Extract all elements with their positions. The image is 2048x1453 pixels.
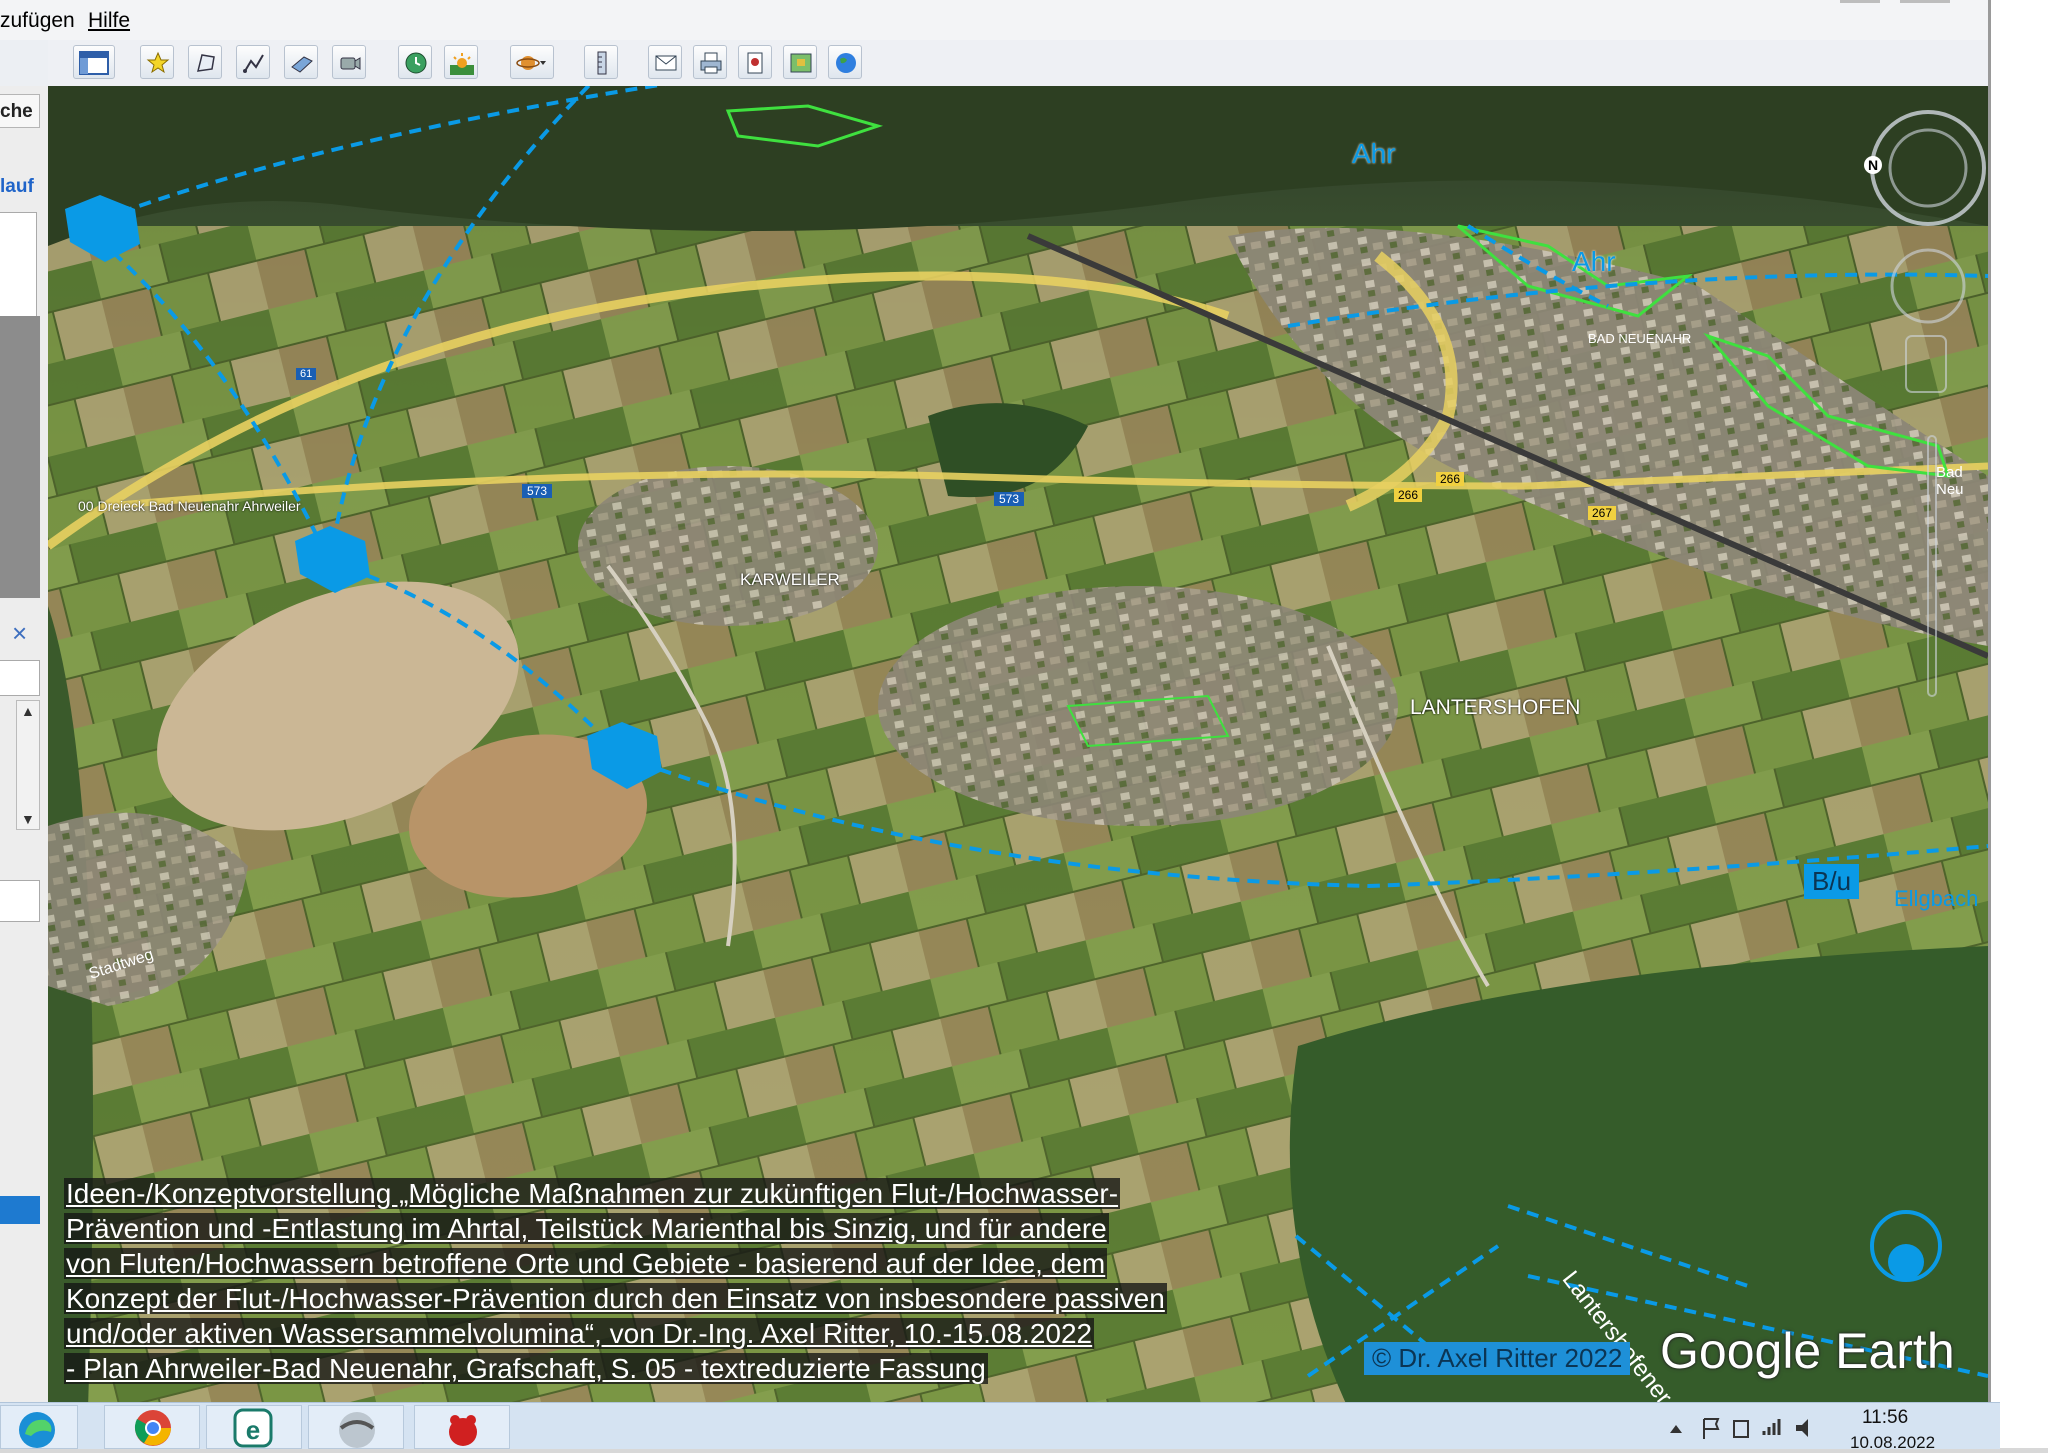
sunlight-button[interactable]: [444, 45, 478, 79]
clock-date[interactable]: 10.08.2022: [1850, 1433, 1935, 1453]
flag-icon: [1703, 1418, 1720, 1439]
earth-icon: [836, 53, 856, 73]
place-label-bad-neuenahr: BAD NEUENAHR: [1588, 331, 1692, 346]
place-label-lantershofen: LANTERSHOFEN: [1410, 696, 1581, 719]
copyright-badge: © Dr. Axel Ritter 2022: [1364, 1342, 1631, 1375]
google-earth-logo: Google Earth: [1660, 1323, 1955, 1379]
ruler-icon: [597, 51, 607, 75]
add-polygon-button[interactable]: [188, 45, 222, 79]
device-icon: [1733, 1420, 1749, 1438]
scroll-up-icon[interactable]: ▲: [21, 703, 35, 719]
svg-text:e: e: [246, 1415, 260, 1445]
historical-imagery-icon: [405, 52, 427, 74]
historical-imagery-button[interactable]: [398, 45, 432, 79]
road-shield-267: 267: [1588, 506, 1617, 520]
view-in-maps-button[interactable]: [783, 45, 817, 79]
scroll-down-icon[interactable]: ▼: [21, 811, 35, 827]
road-shield-573: 573: [522, 484, 553, 498]
add-path-button[interactable]: [236, 45, 270, 79]
add-placemark-button[interactable]: [140, 45, 174, 79]
minimize-button[interactable]: [1840, 0, 1880, 3]
place-label-ellgbach: Ellgbach: [1894, 886, 1979, 911]
red-creature-icon: [449, 1415, 477, 1446]
planet-button[interactable]: [510, 45, 554, 79]
sunlight-icon: [450, 53, 474, 75]
e-app-icon: e: [233, 1408, 273, 1448]
close-icon[interactable]: ×: [12, 618, 27, 649]
search-results-list[interactable]: [0, 212, 37, 318]
save-image-button[interactable]: [738, 45, 772, 79]
places-input[interactable]: [0, 660, 40, 696]
taskbar-evernote[interactable]: e: [206, 1405, 302, 1449]
save-image-icon: [747, 52, 763, 74]
place-label-dreieck: 00 Dreieck Bad Neuenahr Ahrweiler: [78, 498, 301, 514]
road-shield-266: 266: [1436, 472, 1465, 486]
caption-line: Ideen-/Konzeptvorstellung „Mögliche Maßn…: [64, 1178, 1121, 1209]
sidebar-toggle-button[interactable]: [73, 45, 115, 79]
record-tour-button[interactable]: [332, 45, 366, 79]
selected-layer[interactable]: [0, 1196, 40, 1224]
menu-add[interactable]: zufügen: [0, 9, 75, 33]
ruler-button[interactable]: [584, 45, 618, 79]
road-shield-61: 61: [296, 368, 317, 380]
caption-line: Prävention und -Entlastung im Ahrtal, Te…: [64, 1213, 1109, 1244]
search-button[interactable]: che: [0, 94, 40, 128]
edge-icon: [19, 1412, 55, 1448]
print-button[interactable]: [693, 45, 727, 79]
sidebar-header: [0, 40, 48, 92]
email-icon: [655, 55, 677, 71]
tray-icons: [1670, 1418, 1808, 1439]
places-scrollbar[interactable]: ▲ ▼: [16, 700, 40, 830]
add-image-overlay-button[interactable]: [284, 45, 318, 79]
taskbar: e: [0, 1402, 2000, 1449]
window-frame: [1988, 0, 2048, 1448]
sidebar-toggle-icon: [79, 51, 109, 75]
caption-line: und/oder aktiven Wassersammelvolumina“, …: [64, 1318, 1095, 1349]
add-path-icon: [243, 54, 264, 73]
marker-dot[interactable]: [1888, 1244, 1924, 1280]
network-icon: [1762, 1419, 1781, 1435]
toolbar: [48, 40, 2000, 87]
chrome-icon: [134, 1410, 171, 1446]
place-label-bad-neu: Bad Neu: [1936, 464, 1964, 498]
taskbar-edge[interactable]: [0, 1405, 78, 1449]
caption-line: von Fluten/Hochwassern betroffene Orte u…: [64, 1248, 1108, 1279]
google-earth-icon: [339, 1412, 375, 1448]
layers-field[interactable]: [0, 880, 40, 922]
print-icon: [700, 52, 722, 74]
taskbar-app[interactable]: [414, 1405, 510, 1449]
taskbar-google-earth[interactable]: [308, 1405, 404, 1449]
menu-bar: zufügen Hilfe: [0, 0, 2000, 41]
caption-text: Ideen-/Konzeptvorstellung „Mögliche Maßn…: [64, 1176, 1167, 1386]
taskbar-chrome[interactable]: [104, 1405, 200, 1449]
ahr-label: Ahr: [1352, 138, 1396, 169]
road-shield-266: 266: [1394, 488, 1423, 502]
add-polygon-icon: [197, 54, 215, 72]
compass-north-icon[interactable]: N: [1864, 156, 1882, 174]
sidebar-divider: [0, 316, 40, 598]
caption-line: Konzept der Flut-/Hochwasser-Prävention …: [64, 1283, 1167, 1314]
ahr-label: Ahr: [1572, 246, 1616, 277]
view-in-maps-icon: [790, 53, 812, 73]
clock-time[interactable]: 11:56: [1862, 1407, 1908, 1429]
maximize-button[interactable]: [1900, 0, 1950, 3]
add-image-overlay-icon: [291, 56, 313, 73]
history-link[interactable]: lauf: [0, 176, 34, 198]
volume-icon: [1796, 1419, 1808, 1437]
bu-marker-label: B/u: [1804, 864, 1860, 899]
add-placemark-icon: [146, 51, 170, 74]
place-label-karweiler: KARWEILER: [740, 570, 840, 589]
caption-line: - Plan Ahrweiler-Bad Neuenahr, Grafschaf…: [64, 1353, 988, 1384]
planet-icon: [516, 56, 546, 70]
email-button[interactable]: [648, 45, 682, 79]
show-hidden-icons-icon: [1670, 1425, 1682, 1433]
earth-button[interactable]: [828, 45, 862, 79]
record-tour-icon: [340, 57, 361, 70]
menu-help[interactable]: Hilfe: [88, 9, 130, 33]
road-shield-573: 573: [994, 492, 1025, 506]
